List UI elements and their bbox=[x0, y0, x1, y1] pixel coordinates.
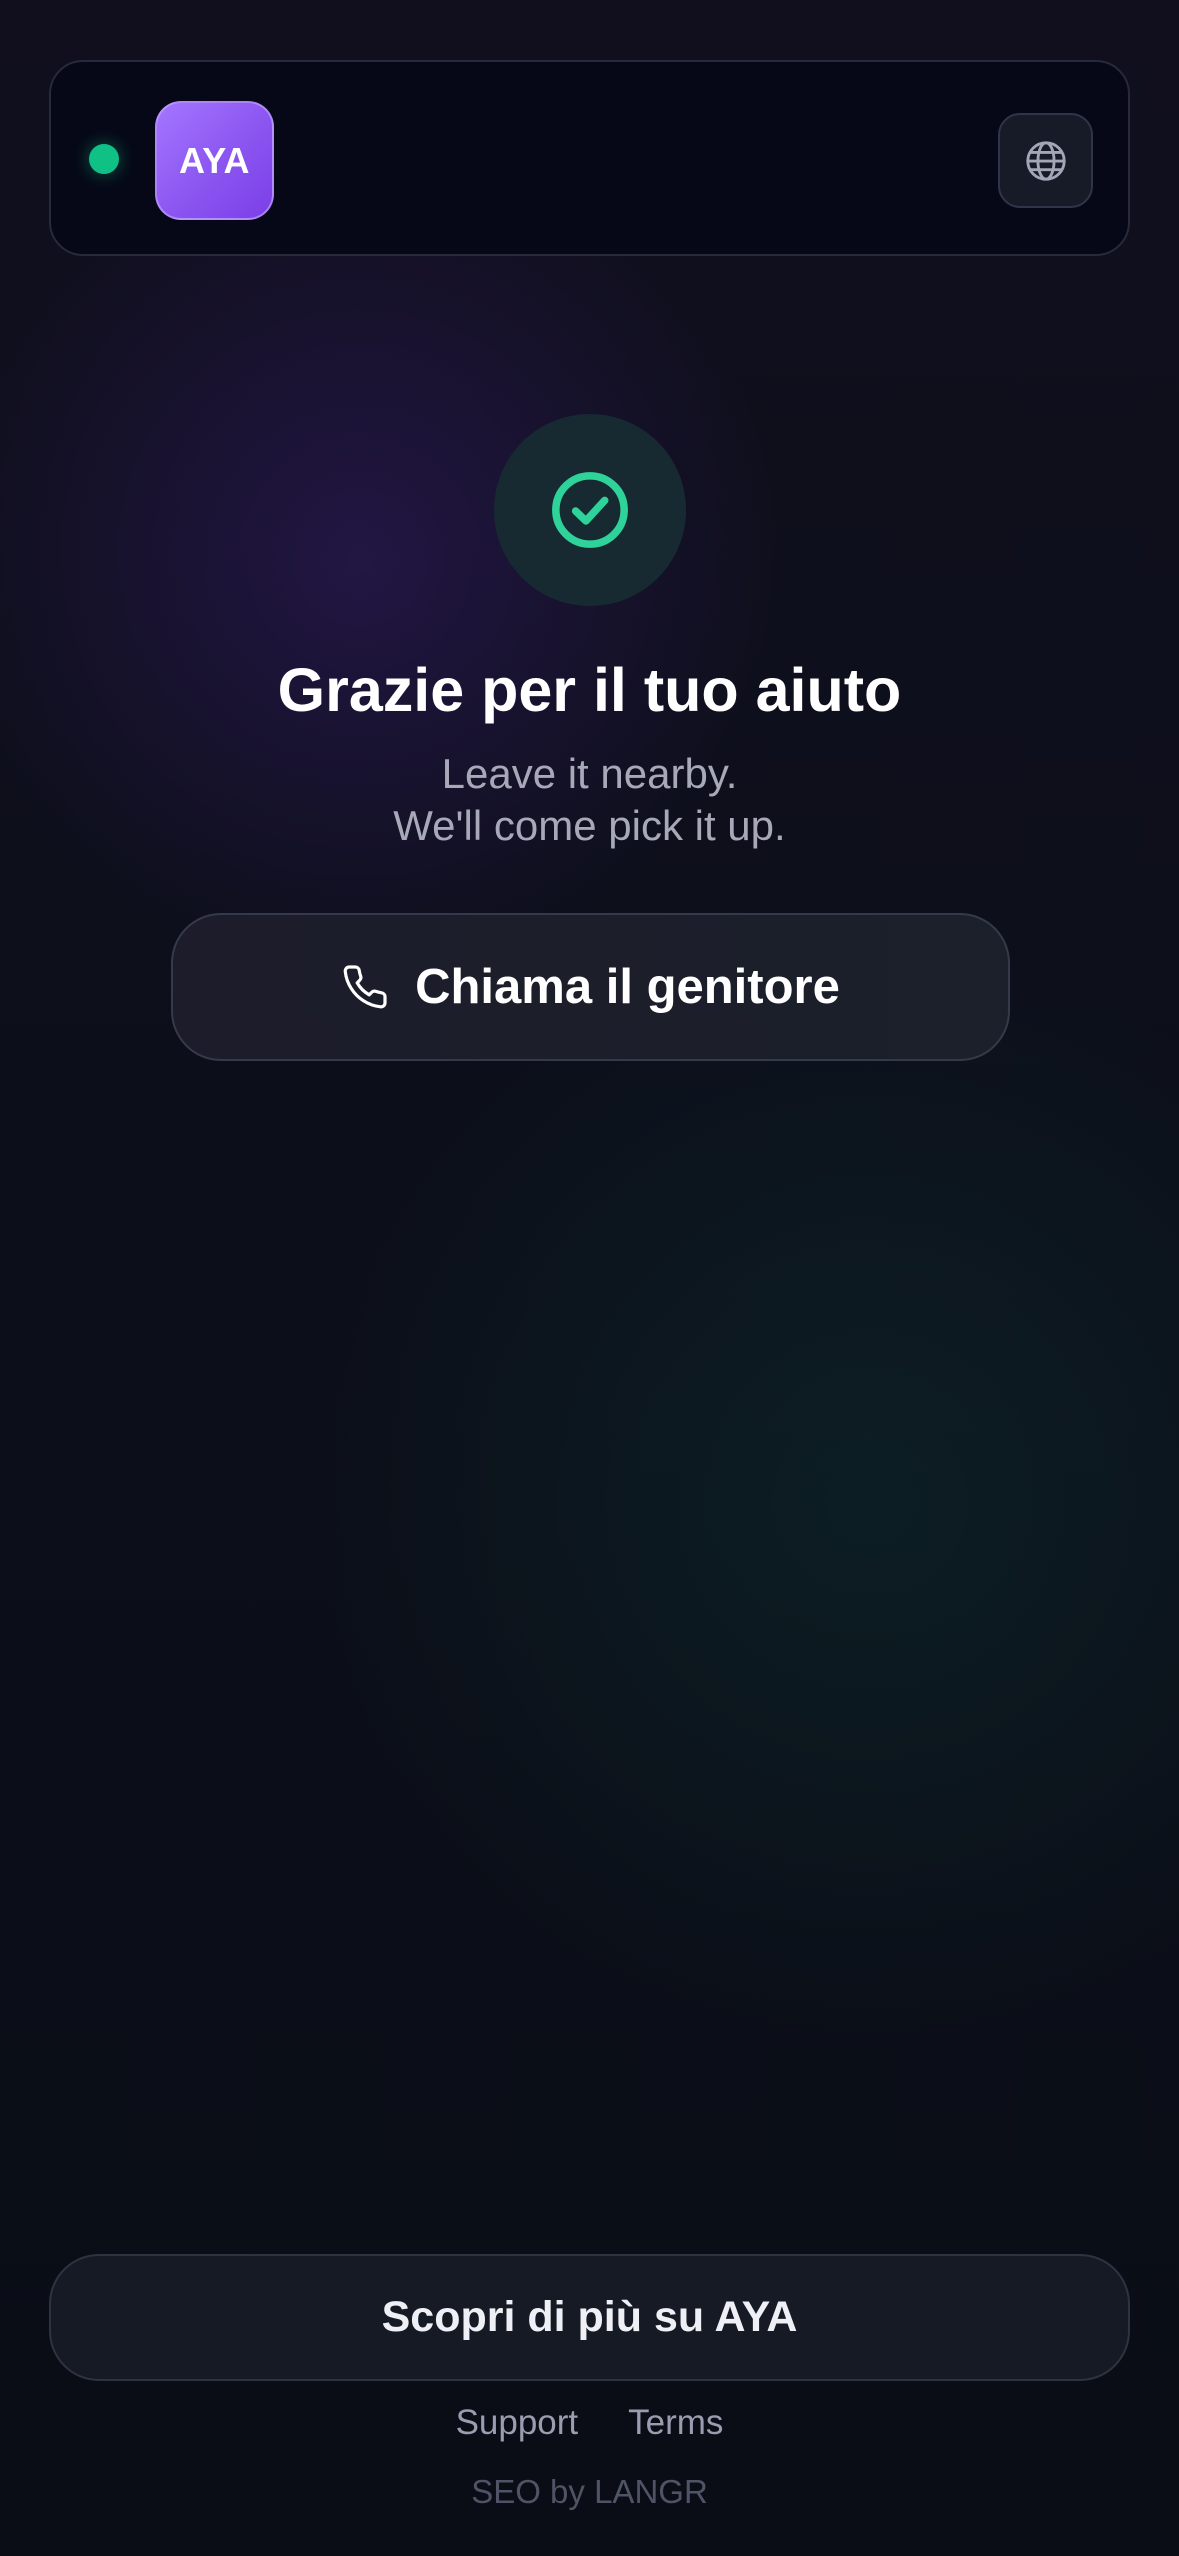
call-parent-button[interactable]: Chiama il genitore bbox=[171, 913, 1010, 1061]
footer-links: Support Terms bbox=[0, 2403, 1179, 2443]
call-parent-label: Chiama il genitore bbox=[415, 960, 840, 1014]
terms-link[interactable]: Terms bbox=[628, 2403, 723, 2443]
support-link[interactable]: Support bbox=[456, 2403, 579, 2443]
subtitle: Leave it nearby. We'll come pick it up. bbox=[0, 748, 1179, 852]
discover-aya-button[interactable]: Scopri di più su AYA bbox=[49, 2254, 1130, 2381]
success-badge bbox=[494, 414, 686, 606]
header-bar: AYA bbox=[49, 60, 1130, 256]
seo-credit: SEO by LANGR bbox=[471, 2473, 708, 2510]
aya-logo: AYA bbox=[155, 101, 274, 220]
globe-icon bbox=[1025, 140, 1066, 181]
language-button[interactable] bbox=[998, 113, 1093, 208]
subtitle-line-1: Leave it nearby. bbox=[441, 750, 738, 797]
page-title: Grazie per il tuo aiuto bbox=[277, 656, 902, 724]
phone-icon bbox=[343, 965, 387, 1009]
subtitle-line-2: We'll come pick it up. bbox=[393, 802, 786, 849]
check-circle-icon bbox=[552, 472, 628, 548]
status-indicator-dot bbox=[89, 144, 119, 174]
